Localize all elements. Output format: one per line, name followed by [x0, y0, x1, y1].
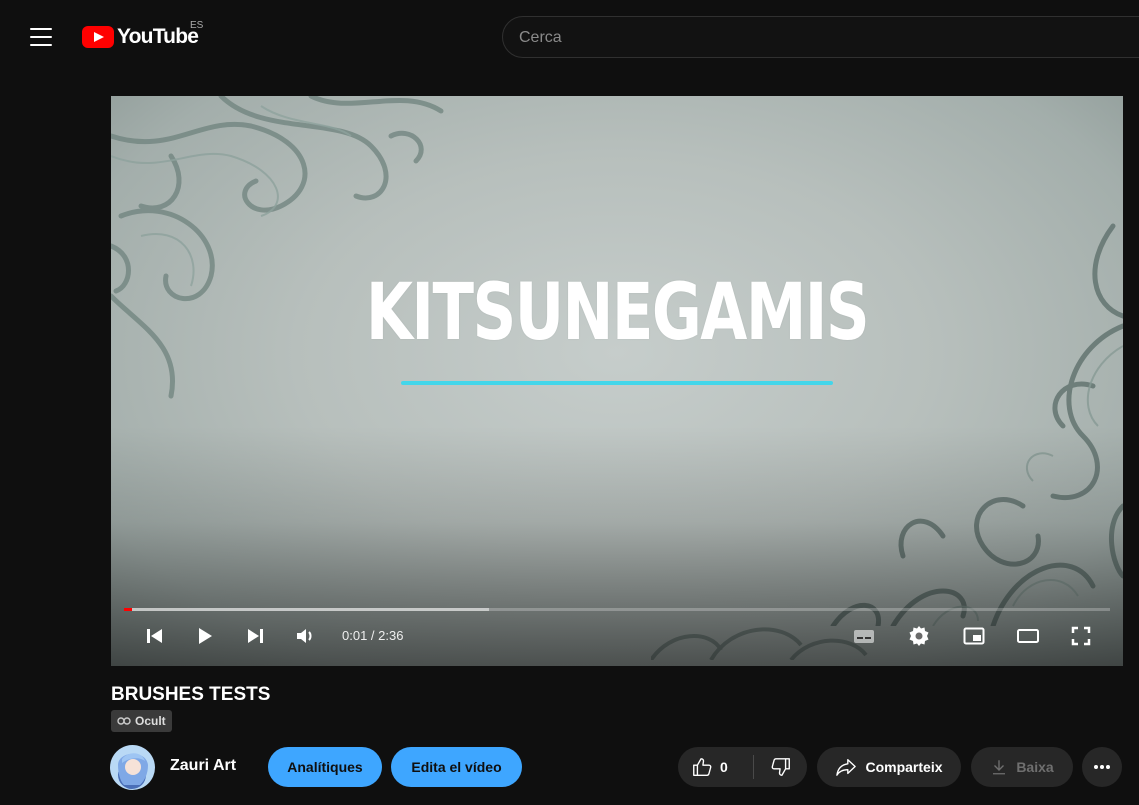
miniplayer-icon[interactable]: [962, 624, 986, 648]
avatar[interactable]: [110, 745, 155, 790]
edit-video-button[interactable]: Edita el vídeo: [391, 747, 522, 787]
share-button[interactable]: Comparteix: [817, 747, 961, 787]
visibility-label: Ocult: [135, 714, 166, 728]
share-arrow-icon: [836, 759, 857, 776]
video-title: BRUSHES TESTS: [111, 684, 271, 705]
share-label: Comparteix: [865, 759, 943, 775]
video-player[interactable]: KITSUNEGAMIS 0:01 / 2:36: [111, 96, 1123, 666]
youtube-play-logo-icon: [82, 26, 114, 48]
like-button[interactable]: 0: [678, 747, 753, 787]
dislike-button[interactable]: [754, 747, 807, 787]
time-separator: /: [367, 628, 379, 643]
skip-next-icon[interactable]: [243, 624, 267, 648]
menu-icon[interactable]: [30, 28, 52, 46]
player-controls: 0:01 / 2:36: [111, 620, 1123, 654]
link-icon: [117, 717, 131, 725]
download-icon: [993, 760, 1006, 775]
thumbs-up-icon: [693, 758, 712, 776]
search-box: [502, 16, 1139, 59]
captions-icon[interactable]: [852, 624, 876, 648]
thumbs-down-icon: [771, 758, 790, 776]
download-button[interactable]: Baixa: [971, 747, 1073, 787]
like-count: 0: [720, 759, 728, 775]
logo-wordmark: YouTube: [117, 25, 199, 48]
play-icon[interactable]: [193, 624, 217, 648]
volume-icon[interactable]: [294, 624, 318, 648]
more-actions-button[interactable]: [1082, 747, 1122, 787]
country-code: ES: [190, 20, 204, 31]
progress-bar[interactable]: [124, 608, 1110, 611]
skip-previous-icon[interactable]: [143, 624, 167, 648]
download-label: Baixa: [1016, 759, 1054, 775]
visibility-badge: Ocult: [111, 710, 172, 732]
time-total: 2:36: [378, 628, 404, 643]
time-display: 0:01 / 2:36: [342, 628, 403, 643]
avatar-image: [110, 745, 155, 790]
gear-icon[interactable]: [907, 624, 931, 648]
like-dislike-group: 0: [678, 747, 807, 787]
title-underline: [401, 381, 833, 385]
video-frame-title: KITSUNEGAMIS: [365, 268, 870, 358]
more-horizontal-icon: [1094, 765, 1110, 769]
fullscreen-icon[interactable]: [1069, 624, 1093, 648]
channel-name[interactable]: Zauri Art: [170, 757, 236, 775]
youtube-logo[interactable]: YouTube ES: [82, 20, 203, 49]
theater-mode-icon[interactable]: [1016, 624, 1040, 648]
ornament-top-left: [111, 96, 444, 399]
progress-loaded: [124, 608, 489, 611]
search-input[interactable]: [503, 17, 1121, 59]
time-current: 0:01: [342, 628, 368, 643]
masthead: YouTube ES: [0, 0, 1139, 80]
progress-played: [124, 608, 132, 611]
analytics-button[interactable]: Analítiques: [268, 747, 382, 787]
